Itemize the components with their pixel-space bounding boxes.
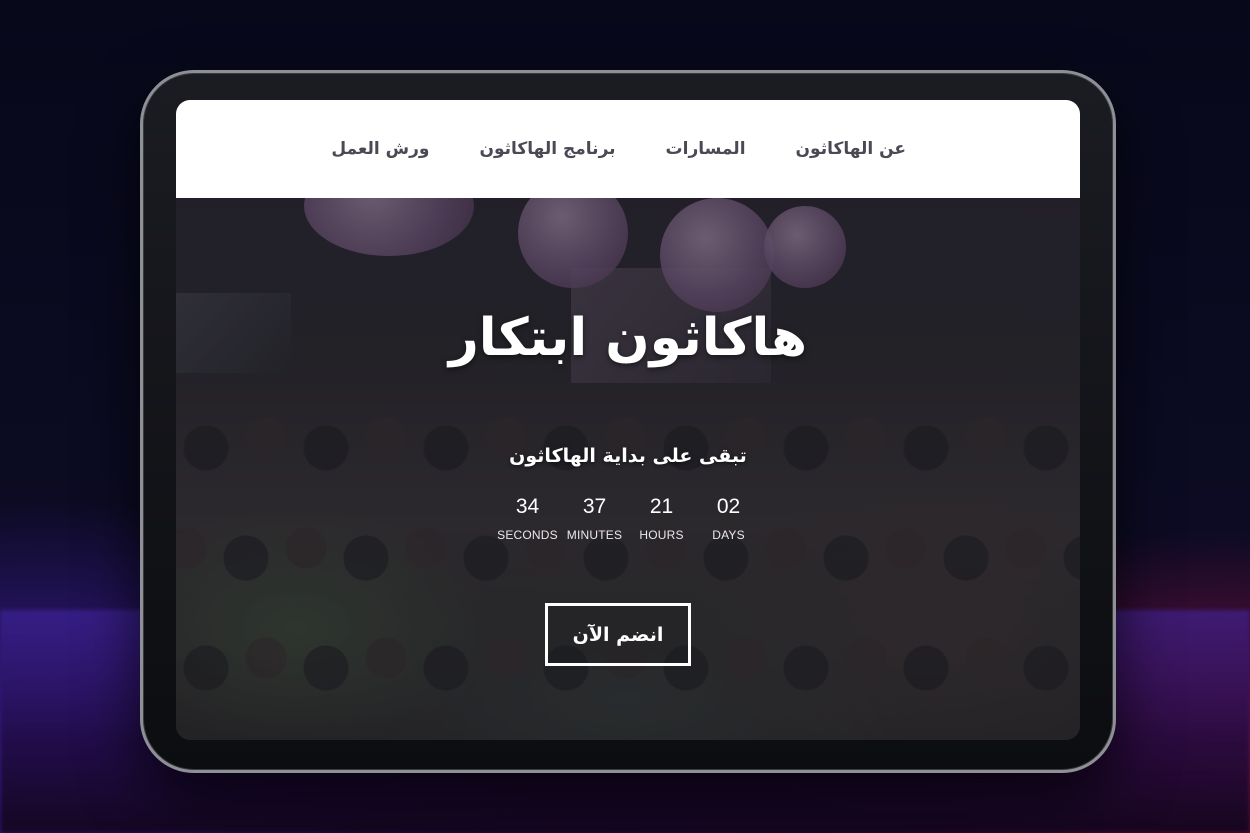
nav-item-program[interactable]: برنامج الهاكاثون: [479, 139, 615, 159]
countdown-minutes-value: 37: [582, 495, 607, 518]
countdown-minutes: 37 MINUTES: [561, 494, 628, 554]
countdown-minutes-label: MINUTES: [566, 528, 623, 542]
tablet-screen: عن الهاكاثون المسارات برنامج الهاكاثون و…: [176, 100, 1080, 740]
join-now-button[interactable]: انضم الآن: [545, 603, 691, 666]
nav-item-about[interactable]: عن الهاكاثون: [796, 139, 906, 159]
countdown-hours-label: HOURS: [639, 528, 684, 542]
countdown-hours: 21 HOURS: [628, 494, 695, 554]
countdown-hours-value: 21: [649, 495, 674, 518]
countdown-days: 02 DAYS: [695, 494, 762, 554]
nav-item-workshops[interactable]: ورش العمل: [331, 139, 429, 159]
hero-section: هاكاثون ابتكار تبقى على بداية الهاكاثون …: [176, 198, 1080, 740]
countdown-timer: 34 SECONDS 37 MINUTES 21 HOURS 02 DAYS: [494, 494, 762, 554]
hero-title: هاكاثون ابتكار: [448, 308, 808, 368]
countdown-seconds-value: 34: [515, 495, 540, 518]
countdown-days-label: DAYS: [712, 528, 745, 542]
countdown-seconds-label: SECONDS: [497, 528, 558, 542]
countdown-caption: تبقى على بداية الهاكاثون: [509, 445, 747, 467]
countdown-days-value: 02: [716, 495, 741, 518]
countdown-seconds: 34 SECONDS: [494, 494, 561, 554]
top-navigation: عن الهاكاثون المسارات برنامج الهاكاثون و…: [176, 100, 1080, 198]
nav-item-tracks[interactable]: المسارات: [666, 139, 746, 159]
